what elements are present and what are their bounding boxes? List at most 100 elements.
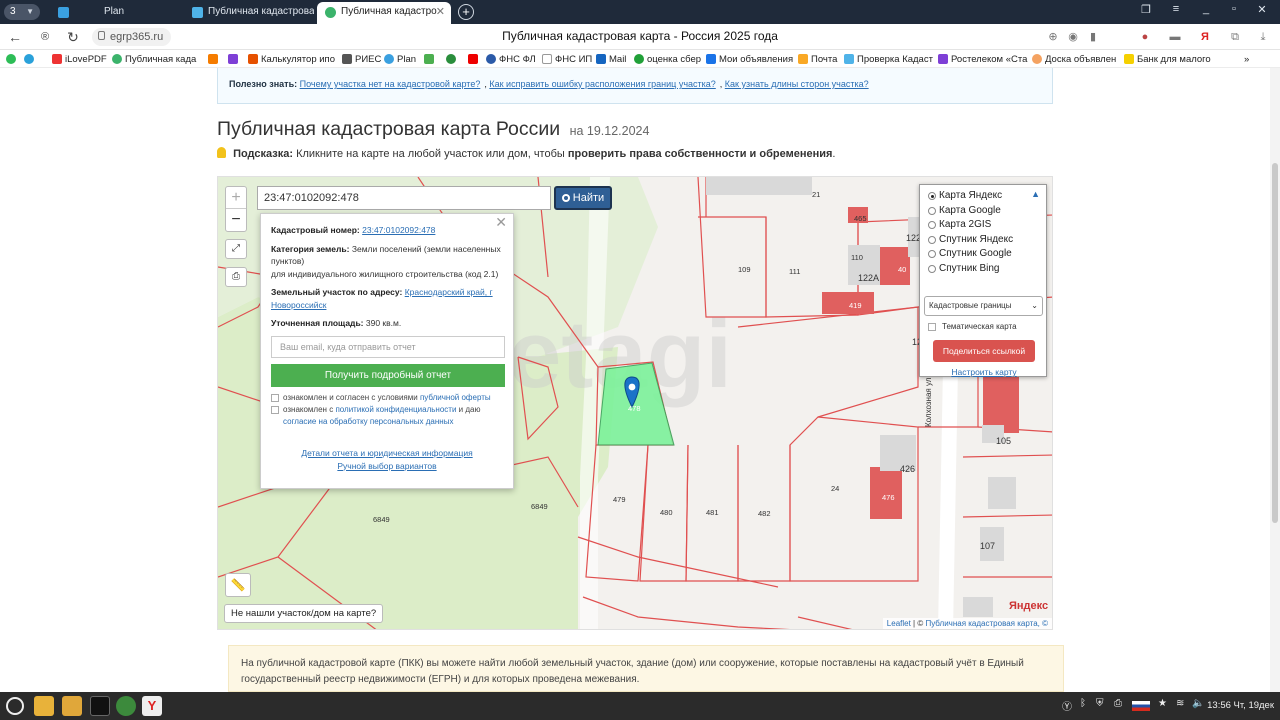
close-icon[interactable]: ✕ (495, 215, 507, 228)
ru-flag-icon[interactable] (1132, 701, 1150, 711)
folder-icon[interactable] (62, 696, 82, 716)
pkk-attribution-link[interactable]: Публичная кадастровая карта, © (925, 619, 1048, 628)
page-scrollbar[interactable] (1270, 68, 1280, 692)
bookmark-whatsapp[interactable] (6, 53, 16, 66)
translate-icon[interactable]: ⊕ (1046, 30, 1060, 44)
info-link-side-lengths[interactable]: Как узнать длины сторон участка? (725, 79, 869, 89)
cadastral-search-input[interactable]: 23:47:0102092:478 (257, 186, 551, 210)
zoom-out-button[interactable]: − (226, 209, 246, 231)
info-link-missing[interactable]: Почему участка нет на кадастровой карте? (300, 79, 481, 89)
bluetooth-icon[interactable]: ᛒ (1080, 698, 1086, 709)
basemap-option[interactable]: Карта Яндекс (920, 189, 1046, 204)
bookmark-ries[interactable]: РИЕС (342, 53, 381, 66)
tab-counter-button[interactable]: 3 ▼ (4, 4, 40, 20)
bookmark-ilovepdf[interactable]: iLovePDF (52, 53, 107, 66)
bookmark-fns-fl[interactable]: ФНС ФЛ (486, 53, 536, 66)
window-close-icon[interactable]: ✕ (1252, 3, 1272, 16)
terminal-icon[interactable] (90, 696, 110, 716)
offer-checkbox[interactable] (271, 393, 279, 402)
files-icon[interactable] (34, 696, 54, 716)
basemap-option[interactable]: Спутник Bing (920, 262, 1046, 277)
configure-map-link[interactable]: Настроить карту (920, 367, 1048, 377)
bookmark-t-icon[interactable] (228, 53, 239, 66)
bookmark-manager-icon[interactable]: ❐ (1136, 3, 1156, 16)
star-icon[interactable]: ★ (1158, 698, 1167, 709)
basemap-option[interactable]: Спутник Яндекс (920, 233, 1046, 248)
print-icon[interactable]: ⎙ (225, 267, 247, 287)
cad-number-link[interactable]: 23:47:0102092:478 (362, 225, 435, 235)
clock[interactable]: 13:56 Чт, 19дек (1207, 700, 1274, 711)
tab-cadastral-active[interactable]: Публичная кадастро ✕ (317, 2, 451, 24)
bookmark-plan[interactable]: Plan (384, 53, 416, 66)
bookmark-mail[interactable]: Mail (596, 53, 626, 66)
bookmark-calc[interactable]: Калькулятор ипо (248, 53, 335, 66)
tab-plan[interactable]: Plan (50, 2, 182, 24)
ruler-icon[interactable]: 📏 (225, 573, 251, 597)
bookmark-mail-icon[interactable] (208, 53, 219, 66)
email-field[interactable]: Ваш email, куда отправить отчет (271, 335, 505, 358)
manual-selection-link[interactable]: Ручной выбор вариантов (337, 461, 436, 471)
get-report-button[interactable]: Получить подробный отчет (271, 363, 505, 387)
thematic-checkbox[interactable] (928, 323, 936, 331)
profile-icon[interactable]: ● (1138, 30, 1152, 44)
consent-link[interactable]: согласие на обработку персональных данны… (283, 417, 453, 426)
tab-cadastral-1[interactable]: Публичная кадастрова (184, 2, 314, 24)
cadastral-map[interactable]: etagi 21 465 109 111 110 122A 122 40 419… (217, 176, 1053, 630)
printer-icon[interactable]: ⎙ (1114, 698, 1122, 709)
bookmark-post[interactable]: Почта (798, 53, 837, 66)
bookmark-check-cad[interactable]: Проверка Кадаст (844, 53, 933, 66)
maximize-icon[interactable]: ▫ (1224, 3, 1244, 15)
menu-icon[interactable]: ≡ (1166, 3, 1186, 15)
bookmark-pkk[interactable]: Публичная када (112, 53, 196, 66)
basemap-option[interactable]: Спутник Google (920, 247, 1046, 262)
bookmark-telegram[interactable] (24, 53, 34, 66)
yandex-browser-icon[interactable]: Y (142, 696, 162, 716)
privacy-link[interactable]: политикой конфиденциальности (335, 405, 456, 414)
info-link-fix-error[interactable]: Как исправить ошибку расположения границ… (489, 79, 715, 89)
close-icon[interactable]: ✕ (436, 2, 445, 22)
minimize-icon[interactable]: _ (1196, 3, 1216, 15)
extension-icon[interactable]: ◉ (1066, 30, 1080, 44)
chrome-icon[interactable] (116, 696, 136, 716)
radio-button[interactable] (928, 192, 936, 200)
volume-icon[interactable]: 🔈 (1192, 698, 1204, 709)
share-link-button[interactable]: Поделиться ссылкой (933, 340, 1035, 362)
bookmark-bank[interactable]: Банк для малого (1124, 53, 1211, 66)
not-found-button[interactable]: Не нашли участок/дом на карте? (224, 604, 384, 623)
leaflet-link[interactable]: Leaflet (887, 619, 911, 628)
zoom-in-button[interactable]: + (226, 187, 246, 209)
download-icon[interactable]: ⤓ (1256, 30, 1270, 44)
bookmark-rostelecom[interactable]: Ростелеком «Ста (938, 53, 1027, 66)
bookmark-board[interactable]: Доска объявлен (1032, 53, 1116, 66)
bookmark-fns-ip[interactable]: ФНС ИП (542, 53, 592, 66)
share-icon[interactable]: ⧉ (1228, 30, 1242, 44)
basemap-option[interactable]: Карта Google (920, 204, 1046, 219)
scrollbar-thumb[interactable] (1272, 163, 1278, 523)
thematic-map-toggle[interactable]: Тематическая карта (928, 322, 1017, 331)
radio-button[interactable] (928, 250, 936, 259)
radio-button[interactable] (928, 235, 936, 244)
bookmark-youtube[interactable] (468, 53, 479, 66)
bookmark-slack[interactable] (424, 53, 435, 66)
mint-menu-icon[interactable] (6, 697, 24, 715)
basemap-option[interactable]: Карта 2GIS (920, 218, 1046, 233)
bookmark-ads[interactable]: Мои объявления (706, 53, 793, 66)
shield-icon[interactable]: ⛨ (1096, 698, 1104, 709)
radio-button[interactable] (928, 221, 936, 230)
hat-icon[interactable]: ▬ (1168, 30, 1182, 44)
bookmarks-overflow-icon[interactable]: » (1244, 53, 1249, 66)
overlay-select[interactable]: Кадастровые границы ⌄ (924, 296, 1043, 316)
bookmark-icon[interactable]: ▮ (1086, 30, 1100, 44)
fullscreen-icon[interactable]: ⤢ (225, 239, 247, 259)
privacy-checkbox[interactable] (271, 406, 279, 414)
offer-link[interactable]: публичной оферты (420, 393, 491, 402)
yandex-tray-icon[interactable]: Ⓨ (1062, 698, 1072, 713)
bookmark-sber[interactable]: оценка сбер (634, 53, 701, 66)
radio-button[interactable] (928, 206, 936, 215)
details-link[interactable]: Детали отчета и юридическая информация (301, 448, 472, 458)
wifi-icon[interactable]: ≋ (1176, 698, 1184, 709)
radio-button[interactable] (928, 264, 936, 273)
yandex-icon[interactable]: Я (1198, 30, 1212, 44)
new-tab-button[interactable]: + (458, 4, 474, 20)
bookmark-circle[interactable] (446, 53, 457, 66)
